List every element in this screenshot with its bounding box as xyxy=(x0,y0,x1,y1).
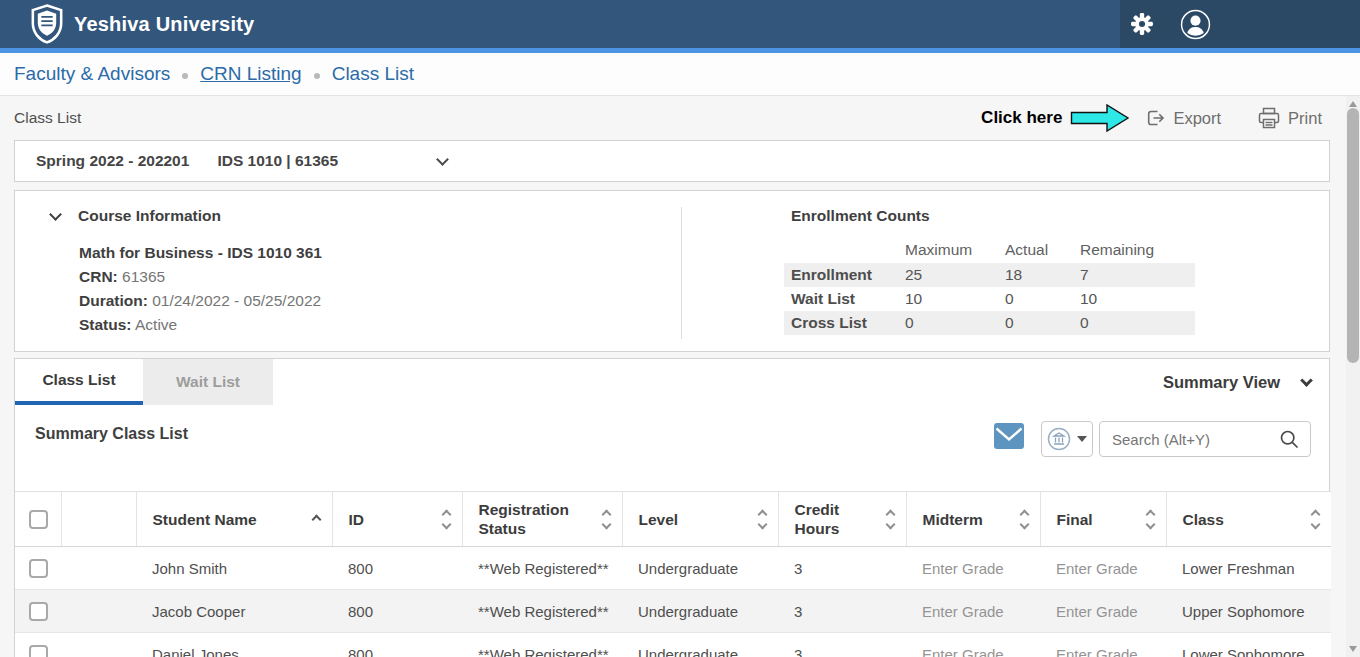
select-all-checkbox[interactable] xyxy=(29,510,48,529)
brand-name: Yeshiva University xyxy=(74,13,254,36)
caret-down-icon xyxy=(1077,436,1087,442)
col-level[interactable]: Level xyxy=(622,492,778,547)
tab-wait-list[interactable]: Wait List xyxy=(143,359,273,405)
row-checkbox[interactable] xyxy=(29,559,48,578)
col-registration-status[interactable]: Registration Status xyxy=(462,492,622,547)
view-selector[interactable]: Summary View xyxy=(1163,373,1311,392)
annotation-arrow xyxy=(1070,102,1130,134)
university-shield-logo xyxy=(30,4,64,44)
col-credit-hours[interactable]: Credit Hours xyxy=(778,492,906,547)
class-list-panel: Class List Wait List Summary View Summar… xyxy=(14,358,1330,657)
search-box xyxy=(1099,421,1311,457)
scrollbar-thumb[interactable] xyxy=(1347,108,1359,363)
table-row[interactable]: Daniel Jones 800 **Web Registered** Unde… xyxy=(15,633,1331,657)
course-crn-line: CRN: 61365 xyxy=(79,265,322,289)
ec-row-waitlist: Wait List 10 0 10 xyxy=(784,287,1195,311)
email-icon[interactable] xyxy=(994,423,1024,449)
breadcrumb-class-list[interactable]: Class List xyxy=(332,63,414,85)
enrollment-counts-heading: Enrollment Counts xyxy=(791,207,930,225)
sort-icons xyxy=(887,511,894,528)
course-title: Math for Business - IDS 1010 361 xyxy=(79,241,322,265)
class-list-table: Student Name ID Registration Status Leve… xyxy=(15,491,1331,657)
course-value: IDS 1010 | 61365 xyxy=(217,152,338,170)
tab-class-list[interactable]: Class List xyxy=(15,359,143,401)
sort-icons xyxy=(759,511,766,528)
active-tab-underline xyxy=(15,401,143,405)
col-final[interactable]: Final xyxy=(1040,492,1166,547)
breadcrumb-separator xyxy=(182,73,188,79)
course-duration-line: Duration: 01/24/2022 - 05/25/2022 xyxy=(79,289,322,313)
collapse-chevron-icon[interactable] xyxy=(49,208,62,221)
col-student-name[interactable]: Student Name xyxy=(136,492,332,547)
scrollbar-up-arrow[interactable] xyxy=(1349,101,1357,107)
enter-grade-link[interactable]: Enter Grade xyxy=(906,633,1040,657)
breadcrumb-separator xyxy=(314,73,320,79)
enter-grade-link[interactable]: Enter Grade xyxy=(1040,547,1166,590)
col-class[interactable]: Class xyxy=(1166,492,1331,547)
ec-col-actual: Actual xyxy=(998,237,1073,263)
enrollment-counts-table: Maximum Actual Remaining Enrollment 25 1… xyxy=(784,237,1195,335)
app-header: Yeshiva University xyxy=(0,0,1360,48)
bank-columns-icon xyxy=(1047,427,1071,451)
vertical-divider xyxy=(681,207,682,339)
course-information-heading: Course Information xyxy=(78,207,221,225)
print-button[interactable]: Print xyxy=(1257,107,1322,129)
sort-icons xyxy=(1312,511,1319,528)
settings-gear-icon[interactable] xyxy=(1130,12,1154,36)
header-tools-section xyxy=(1120,0,1360,48)
tools-dropdown-button[interactable] xyxy=(1041,421,1093,457)
ec-row-enrollment: Enrollment 25 18 7 xyxy=(784,263,1195,287)
ec-col-remaining: Remaining xyxy=(1073,237,1195,263)
ec-row-crosslist: Cross List 0 0 0 xyxy=(784,311,1195,335)
page-title: Class List xyxy=(14,109,81,127)
export-label: Export xyxy=(1173,109,1221,128)
enter-grade-link[interactable]: Enter Grade xyxy=(1040,633,1166,657)
export-button[interactable]: Export xyxy=(1144,107,1221,129)
search-input[interactable] xyxy=(1112,431,1279,448)
breadcrumb-crn-listing[interactable]: CRN Listing xyxy=(200,63,301,85)
scrollbar-down-arrow[interactable] xyxy=(1349,646,1357,652)
search-icon[interactable] xyxy=(1279,429,1300,450)
print-label: Print xyxy=(1288,109,1322,128)
sort-icons xyxy=(1021,511,1028,528)
enter-grade-link[interactable]: Enter Grade xyxy=(1040,590,1166,633)
page-toolbar: Class List Click here Export Print xyxy=(14,96,1322,140)
summary-class-list-title: Summary Class List xyxy=(35,425,188,443)
table-row[interactable]: John Smith 800 **Web Registered** Underg… xyxy=(15,547,1331,590)
chevron-down-icon[interactable] xyxy=(436,153,449,166)
breadcrumb-faculty-advisors[interactable]: Faculty & Advisors xyxy=(14,63,170,85)
enter-grade-link[interactable]: Enter Grade xyxy=(906,590,1040,633)
export-icon xyxy=(1144,107,1166,129)
chevron-down-icon xyxy=(1300,374,1313,387)
brand: Yeshiva University xyxy=(0,4,254,44)
row-checkbox[interactable] xyxy=(29,602,48,621)
sort-icons xyxy=(443,511,450,528)
col-midterm[interactable]: Midterm xyxy=(906,492,1040,547)
table-header-row: Student Name ID Registration Status Leve… xyxy=(15,492,1331,547)
breadcrumb: Faculty & Advisors CRN Listing Class Lis… xyxy=(0,53,1360,96)
enter-grade-link[interactable]: Enter Grade xyxy=(906,547,1040,590)
course-information-panel: Course Information Math for Business - I… xyxy=(14,190,1330,352)
table-row[interactable]: Jacob Cooper 800 **Web Registered** Unde… xyxy=(15,590,1331,633)
course-status-line: Status: Active xyxy=(79,313,322,337)
sort-icons xyxy=(1147,511,1154,528)
row-checkbox[interactable] xyxy=(29,645,48,657)
print-icon xyxy=(1257,107,1281,129)
page-scrollbar[interactable] xyxy=(1346,96,1360,657)
col-id[interactable]: ID xyxy=(332,492,462,547)
term-value: Spring 2022 - 202201 xyxy=(36,152,189,170)
view-selector-label: Summary View xyxy=(1163,373,1280,392)
user-profile-icon[interactable] xyxy=(1180,9,1211,40)
sort-icons xyxy=(603,511,610,528)
click-here-annotation: Click here xyxy=(981,108,1062,128)
sort-asc-icon xyxy=(311,514,321,524)
ec-col-maximum: Maximum xyxy=(898,237,998,263)
term-selector-bar[interactable]: Spring 2022 - 202201 IDS 1010 | 61365 xyxy=(14,140,1330,182)
